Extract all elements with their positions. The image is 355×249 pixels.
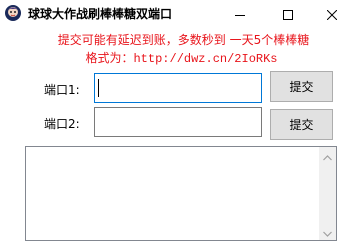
maximize-icon xyxy=(283,5,293,24)
log-scrollbar[interactable] xyxy=(319,147,336,240)
maximize-button[interactable] xyxy=(265,0,311,28)
port2-submit-button[interactable]: 提交 xyxy=(270,109,333,140)
minimize-icon xyxy=(235,5,245,24)
scroll-down-button[interactable] xyxy=(319,223,336,240)
port2-label: 端口2: xyxy=(44,117,80,131)
port1-submit-button[interactable]: 提交 xyxy=(270,71,333,102)
notice-delay-text: 提交可能有延迟到账，多数秒到 一天5个棒棒糖 xyxy=(57,33,310,47)
port2-input[interactable] xyxy=(94,107,262,137)
log-textarea[interactable] xyxy=(25,146,337,241)
port1-input[interactable] xyxy=(94,73,262,103)
close-icon xyxy=(326,5,338,24)
title-bar[interactable]: 球球大作战刷棒棒糖双端口 xyxy=(0,0,355,28)
format-prefix: 格式为： xyxy=(85,51,134,65)
close-button[interactable] xyxy=(309,0,355,28)
text-caret xyxy=(98,79,99,97)
format-url: http://dwz.cn/2IoRKs xyxy=(133,52,278,66)
chevron-up-icon xyxy=(323,146,332,165)
minimize-button[interactable] xyxy=(217,0,263,28)
port1-label: 端口1: xyxy=(44,83,80,97)
chevron-down-icon xyxy=(323,222,332,241)
main-window: 球球大作战刷棒棒糖双端口 提交可能有延迟到账，多数秒到 一天5个棒棒糖 格式为：… xyxy=(0,0,355,249)
notice-format-text: 格式为：http://dwz.cn/2IoRKs xyxy=(4,49,355,66)
scroll-up-button[interactable] xyxy=(319,147,336,164)
window-title: 球球大作战刷棒棒糖双端口 xyxy=(28,7,173,21)
game-character-icon xyxy=(4,4,22,22)
